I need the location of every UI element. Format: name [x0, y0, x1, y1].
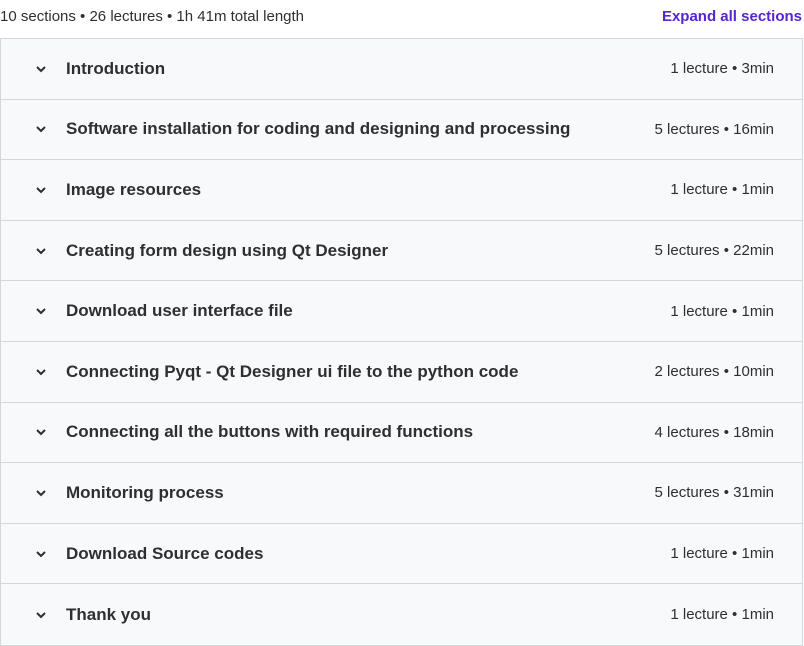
section-meta: 5 lectures • 16min [654, 120, 774, 138]
section-meta: 4 lectures • 18min [654, 423, 774, 441]
chevron-down-icon [31, 119, 51, 139]
section-row[interactable]: Introduction 1 lecture • 3min [1, 39, 802, 100]
chevron-down-icon [31, 605, 51, 625]
section-title: Connecting all the buttons with required… [66, 422, 474, 442]
chevron-down-icon [31, 59, 51, 79]
section-row[interactable]: Creating form design using Qt Designer 5… [1, 220, 802, 282]
chevron-down-icon [31, 362, 51, 382]
section-title: Monitoring process [66, 482, 224, 502]
section-row[interactable]: Connecting Pyqt - Qt Designer ui file to… [1, 341, 802, 403]
section-row[interactable]: Software installation for coding and des… [1, 99, 802, 161]
section-row[interactable]: Connecting all the buttons with required… [1, 402, 802, 464]
section-title: Introduction [66, 58, 166, 78]
section-row[interactable]: Download user interface file 1 lecture •… [1, 281, 802, 342]
section-meta: 1 lecture • 3min [670, 60, 774, 78]
section-meta: 1 lecture • 1min [670, 606, 774, 624]
section-title: Download Source codes [66, 543, 264, 563]
section-meta: 5 lectures • 31min [654, 484, 774, 502]
section-title: Creating form design using Qt Designer [66, 240, 389, 260]
section-meta: 5 lectures • 22min [654, 242, 774, 260]
chevron-down-icon [31, 483, 51, 503]
chevron-down-icon [31, 544, 51, 564]
expand-all-sections-button[interactable]: Expand all sections [662, 8, 802, 25]
section-title: Software installation for coding and des… [66, 119, 571, 139]
section-row[interactable]: Image resources 1 lecture • 1min [1, 160, 802, 221]
course-summary: 10 sections • 26 lectures • 1h 41m total… [0, 7, 305, 25]
section-row[interactable]: Download Source codes 1 lecture • 1min [1, 523, 802, 585]
chevron-down-icon [31, 180, 51, 200]
curriculum-header: 10 sections • 26 lectures • 1h 41m total… [0, 0, 804, 38]
section-meta: 1 lecture • 1min [670, 545, 774, 563]
section-title: Connecting Pyqt - Qt Designer ui file to… [66, 361, 519, 381]
section-meta: 1 lecture • 1min [670, 181, 774, 199]
section-meta: 1 lecture • 1min [670, 302, 774, 320]
section-meta: 2 lectures • 10min [654, 363, 774, 381]
chevron-down-icon [31, 301, 51, 321]
section-title: Download user interface file [66, 301, 293, 321]
section-row[interactable]: Monitoring process 5 lectures • 31min [1, 463, 802, 524]
chevron-down-icon [31, 422, 51, 442]
section-title: Image resources [66, 179, 202, 199]
section-title: Thank you [66, 604, 152, 624]
chevron-down-icon [31, 241, 51, 261]
section-row[interactable]: Thank you 1 lecture • 1min [1, 584, 802, 645]
section-list: Introduction 1 lecture • 3min Software i… [0, 38, 803, 646]
